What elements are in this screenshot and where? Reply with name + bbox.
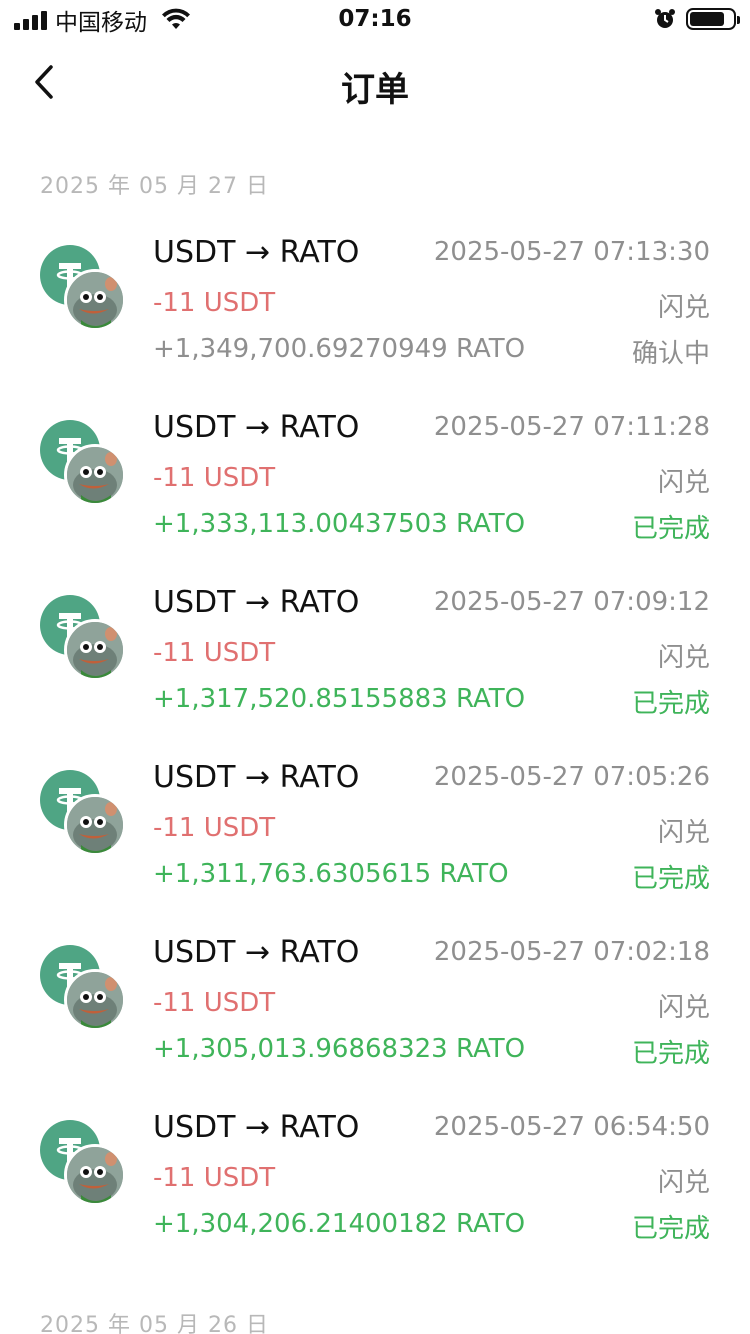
- order-status: 已完成: [631, 1214, 710, 1244]
- rato-frog-avatar-icon: [64, 444, 126, 506]
- status-bar: 中国移动 07:16: [0, 0, 750, 40]
- order-status: 已完成: [631, 864, 710, 894]
- order-item[interactable]: USDT → RATO 2025-05-27 07:05:26 -11 USDT…: [0, 750, 750, 920]
- sent-amount: -11 USDT: [153, 288, 276, 318]
- order-time: 2025-05-27 07:09:12: [433, 587, 710, 617]
- order-time: 2025-05-27 07:13:30: [433, 237, 710, 267]
- received-amount: +1,311,763.6305615 RATO: [153, 859, 509, 889]
- swap-pair: USDT → RATO: [153, 760, 360, 795]
- order-time: 2025-05-27 07:02:18: [433, 937, 710, 967]
- received-amount: +1,305,013.96868323 RATO: [153, 1034, 526, 1064]
- date-header: 2025 年 05 月 27 日: [40, 174, 269, 199]
- swap-pair: USDT → RATO: [153, 935, 360, 970]
- rato-frog-avatar-icon: [64, 619, 126, 681]
- swap-pair: USDT → RATO: [153, 410, 360, 445]
- order-item[interactable]: USDT → RATO 2025-05-27 07:11:28 -11 USDT…: [0, 400, 750, 570]
- order-type: 闪兑: [657, 818, 710, 848]
- coin-pair-avatar: [40, 420, 130, 510]
- sent-amount: -11 USDT: [153, 988, 276, 1018]
- order-type: 闪兑: [657, 1168, 710, 1198]
- received-amount: +1,349,700.69270949 RATO: [153, 334, 526, 364]
- order-item[interactable]: USDT → RATO 2025-05-27 07:09:12 -11 USDT…: [0, 575, 750, 745]
- coin-pair-avatar: [40, 1120, 130, 1210]
- order-status: 已完成: [631, 514, 710, 544]
- navigation-bar: 订单: [0, 44, 750, 124]
- coin-pair-avatar: [40, 770, 130, 860]
- order-type: 闪兑: [657, 468, 710, 498]
- rato-frog-avatar-icon: [64, 1144, 126, 1206]
- order-type: 闪兑: [657, 293, 710, 323]
- swap-pair: USDT → RATO: [153, 235, 360, 270]
- battery-icon: [686, 8, 740, 30]
- status-right: [654, 8, 740, 30]
- swap-pair: USDT → RATO: [153, 585, 360, 620]
- order-item[interactable]: USDT → RATO 2025-05-27 07:13:30 -11 USDT…: [0, 225, 750, 395]
- sent-amount: -11 USDT: [153, 638, 276, 668]
- sent-amount: -11 USDT: [153, 813, 276, 843]
- order-item[interactable]: USDT → RATO 2025-05-27 07:02:18 -11 USDT…: [0, 925, 750, 1095]
- swap-pair: USDT → RATO: [153, 1110, 360, 1145]
- order-type: 闪兑: [657, 643, 710, 673]
- date-header: 2025 年 05 月 26 日: [40, 1313, 269, 1334]
- coin-pair-avatar: [40, 945, 130, 1035]
- order-status: 已完成: [631, 1039, 710, 1069]
- sent-amount: -11 USDT: [153, 463, 276, 493]
- received-amount: +1,333,113.00437503 RATO: [153, 509, 526, 539]
- order-time: 2025-05-27 06:54:50: [433, 1112, 710, 1142]
- coin-pair-avatar: [40, 245, 130, 335]
- alarm-clock-icon: [655, 9, 675, 28]
- received-amount: +1,317,520.85155883 RATO: [153, 684, 526, 714]
- order-type: 闪兑: [657, 993, 710, 1023]
- order-status: 确认中: [631, 339, 710, 369]
- order-time: 2025-05-27 07:05:26: [433, 762, 710, 792]
- rato-frog-avatar-icon: [64, 794, 126, 856]
- rato-frog-avatar-icon: [64, 269, 126, 331]
- order-item[interactable]: USDT → RATO 2025-05-27 06:54:50 -11 USDT…: [0, 1100, 750, 1270]
- received-amount: +1,304,206.21400182 RATO: [153, 1209, 526, 1239]
- coin-pair-avatar: [40, 595, 130, 685]
- order-status: 已完成: [631, 689, 710, 719]
- order-time: 2025-05-27 07:11:28: [433, 412, 710, 442]
- rato-frog-avatar-icon: [64, 969, 126, 1031]
- status-time: 07:16: [338, 6, 412, 32]
- page-title: 订单: [341, 70, 409, 110]
- sent-amount: -11 USDT: [153, 1163, 276, 1193]
